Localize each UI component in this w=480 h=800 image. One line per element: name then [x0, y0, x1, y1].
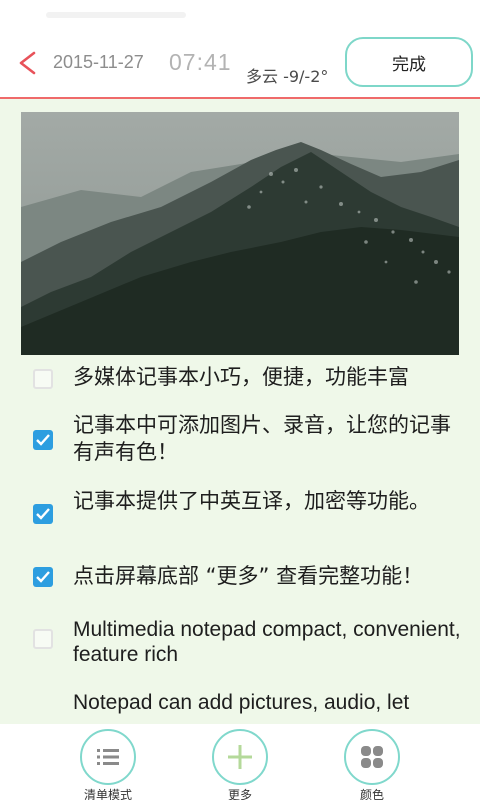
checkbox[interactable]: [33, 369, 53, 389]
checkbox[interactable]: [33, 430, 53, 450]
bottom-toolbar: 清单模式 更多 颜色: [0, 724, 480, 800]
list-item-text: 多媒体记事本小巧，便捷，功能丰富: [73, 365, 409, 389]
list-item-text: 记事本提供了中英互译，加密等功能。: [73, 489, 430, 513]
more-label: 更多: [227, 788, 252, 800]
weather-info: 多云 -9/-2°: [246, 67, 329, 86]
note-date: 2015-11-27: [53, 52, 144, 72]
list-item-text: 记事本中可添加图片、录音，让您的记事有声有色！: [73, 413, 451, 464]
checkmark-icon: [36, 508, 50, 520]
checkbox[interactable]: [33, 629, 53, 649]
color-palette-icon: [361, 746, 383, 768]
note-time: 07:41: [169, 49, 232, 75]
checkbox[interactable]: [33, 504, 53, 524]
status-bar-indicator: [46, 12, 186, 18]
chevron-left-icon: [19, 51, 36, 75]
back-button[interactable]: [10, 48, 44, 78]
list-item-text: Notepad can add pictures, audio, let: [73, 691, 410, 714]
color-button[interactable]: 颜色: [324, 724, 420, 800]
checkmark-icon: [36, 434, 50, 446]
list-mode-button[interactable]: 清单模式: [60, 724, 156, 800]
checkbox[interactable]: [33, 567, 53, 587]
note-photo[interactable]: [21, 112, 459, 355]
list-icon: [97, 749, 119, 765]
plus-icon: [228, 745, 252, 769]
color-label: 颜色: [359, 788, 384, 800]
more-button[interactable]: 更多: [192, 724, 288, 800]
list-mode-label: 清单模式: [83, 788, 132, 800]
done-button[interactable]: 完成: [345, 37, 473, 87]
list-item-text: 点击屏幕底部 “更多” 查看完整功能！: [73, 564, 424, 588]
status-bar: [0, 0, 480, 30]
list-item-text: Multimedia notepad compact, convenient, …: [73, 618, 461, 666]
list-mode-circle[interactable]: [80, 729, 136, 785]
more-circle[interactable]: [212, 729, 268, 785]
color-circle[interactable]: [344, 729, 400, 785]
checkmark-icon: [36, 571, 50, 583]
header-divider: [0, 97, 480, 99]
